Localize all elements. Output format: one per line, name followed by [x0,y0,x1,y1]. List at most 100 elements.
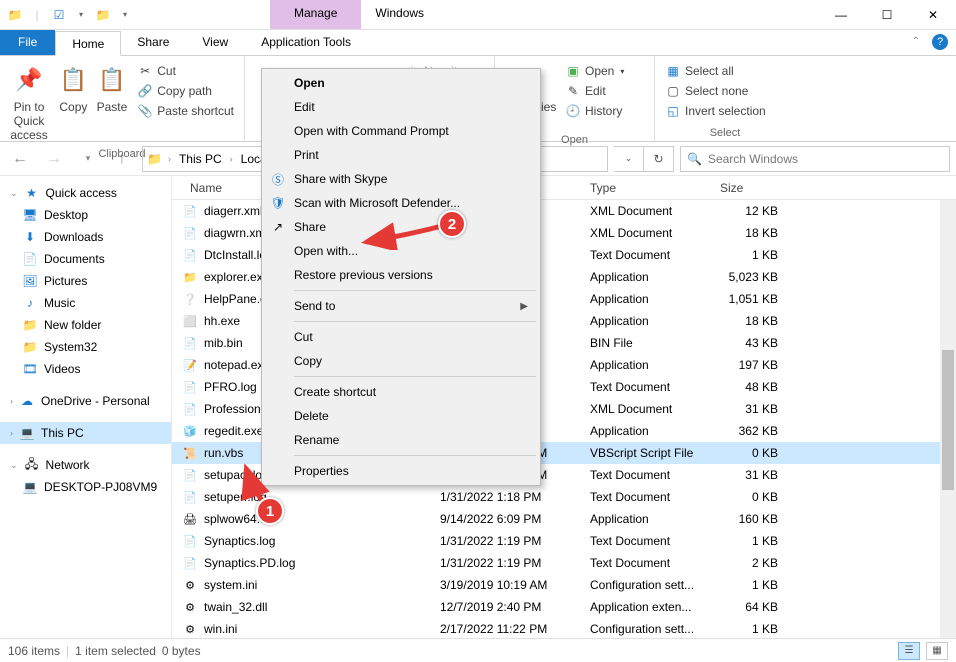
folder-icon: 📁 [22,339,38,355]
back-button[interactable]: ← [6,147,34,171]
qat-dropdown-icon[interactable]: ▾ [72,6,90,24]
ctx-rename[interactable]: Rename [264,428,538,452]
ctx-delete[interactable]: Delete [264,404,538,428]
ribbon-collapse-icon[interactable]: ⌃ [908,30,924,55]
cut-button[interactable]: ✂Cut [133,62,238,80]
file-type: XML Document [582,204,712,218]
pin-quick-access-button[interactable]: 📌Pin to Quick access [6,60,52,142]
file-row[interactable]: 📄Synaptics.PD.log1/31/2022 1:19 PMText D… [172,552,956,574]
col-size[interactable]: Size [712,177,802,199]
ctx-shortcut[interactable]: Create shortcut [264,380,538,404]
nav-documents[interactable]: 📄Documents [0,248,171,270]
nav-pictures[interactable]: 🖼Pictures [0,270,171,292]
open-button[interactable]: ▣Open▾ [561,62,628,80]
help-icon[interactable]: ? [932,34,948,50]
file-row[interactable]: ⚙twain_32.dll12/7/2019 2:40 PMApplicatio… [172,596,956,618]
file-icon: 📄 [182,467,198,483]
file-date: 1/31/2022 1:19 PM [432,534,582,548]
nav-newfolder[interactable]: 📁New folder [0,314,171,336]
file-row[interactable]: 📄setuperr.log1/31/2022 1:18 PMText Docum… [172,486,956,508]
home-tab[interactable]: Home [55,31,121,56]
ctx-skype[interactable]: ⓈShare with Skype [264,167,538,191]
ctx-copy[interactable]: Copy [264,349,538,373]
ctx-sendto[interactable]: Send to▶ [264,294,538,318]
ctx-openwith[interactable]: Open with... [264,239,538,263]
cloud-icon: ☁ [19,393,35,409]
file-tab[interactable]: File [0,30,55,55]
nav-music[interactable]: ♪Music [0,292,171,314]
paste-button[interactable]: 📋Paste [95,60,130,114]
file-name: run.vbs [204,446,243,460]
file-date: 3/19/2019 10:19 AM [432,578,582,592]
file-type: Configuration sett... [582,622,712,636]
nav-quick-access[interactable]: ⌄★Quick access [0,182,171,204]
col-type[interactable]: Type [582,177,712,199]
nav-thispc[interactable]: ›💻This PC [0,422,171,444]
properties-qat-icon[interactable]: 📁 [94,6,112,24]
invert-selection-button[interactable]: ◱Invert selection [661,102,770,120]
ctx-edit[interactable]: Edit [264,95,538,119]
vertical-scrollbar[interactable] [940,200,956,638]
checkbox-icon[interactable]: ☑ [50,6,68,24]
address-dropdown-button[interactable]: ⌄ [614,146,644,172]
file-row[interactable]: 📄Synaptics.log1/31/2022 1:19 PMText Docu… [172,530,956,552]
nav-network[interactable]: ⌄🖧Network [0,454,171,476]
ctx-properties[interactable]: Properties [264,459,538,483]
manage-tab[interactable]: Manage [270,0,361,29]
ctx-cmd[interactable]: Open with Command Prompt [264,119,538,143]
nav-videos[interactable]: 🎞Videos [0,358,171,380]
nav-desktop[interactable]: 🖥Desktop [0,204,171,226]
nav-desktop-pc[interactable]: 💻DESKTOP-PJ08VM9 [0,476,171,498]
edit-button[interactable]: ✎Edit [561,82,628,100]
refresh-button[interactable]: ↻ [644,146,674,172]
qat-overflow-icon[interactable]: ▾ [116,6,134,24]
select-all-icon: ▦ [665,63,681,79]
breadcrumb-thispc[interactable]: This PC [177,152,224,166]
view-tab[interactable]: View [186,30,245,55]
close-button[interactable]: ✕ [910,0,956,29]
minimize-button[interactable]: — [818,0,864,29]
file-size: 48 KB [712,380,802,394]
maximize-button[interactable]: ☐ [864,0,910,29]
share-tab[interactable]: Share [121,30,186,55]
file-icon: 📄 [182,489,198,505]
file-row[interactable]: ⚙win.ini2/17/2022 11:22 PMConfiguration … [172,618,956,638]
application-tools-tab[interactable]: Application Tools [245,30,368,55]
ctx-cut[interactable]: Cut [264,325,538,349]
thumbnails-view-button[interactable]: ▦ [926,642,948,660]
ctx-print[interactable]: Print [264,143,538,167]
scrollbar-thumb[interactable] [942,350,954,490]
nav-onedrive[interactable]: ›☁OneDrive - Personal [0,390,171,412]
paste-shortcut-button[interactable]: 📎Paste shortcut [133,102,238,120]
file-type: XML Document [582,226,712,240]
file-row[interactable]: ⚙system.ini3/19/2019 10:19 AMConfigurati… [172,574,956,596]
nav-downloads[interactable]: ⬇Downloads [0,226,171,248]
file-icon: 📄 [182,379,198,395]
nav-system32[interactable]: 📁System32 [0,336,171,358]
ctx-restore[interactable]: Restore previous versions [264,263,538,287]
desktop-icon: 🖥 [22,207,38,223]
select-all-button[interactable]: ▦Select all [661,62,770,80]
file-type: VBScript Script File [582,446,712,460]
ctx-share[interactable]: ↗Share [264,215,538,239]
forward-button[interactable]: → [40,147,68,171]
copy-path-button[interactable]: 🔗Copy path [133,82,238,100]
select-none-button[interactable]: ▢Select none [661,82,770,100]
file-icon: 📄 [182,401,198,417]
file-name: notepad.ex [204,358,263,372]
recent-locations-button[interactable]: ▾ [74,147,102,171]
details-view-button[interactable]: ☰ [898,642,920,660]
pictures-icon: 🖼 [22,273,38,289]
up-button[interactable]: ↑ [108,147,136,171]
file-icon: 📄 [182,225,198,241]
title-bar: 📁 | ☑ ▾ 📁 ▾ Manage Windows — ☐ ✕ [0,0,956,30]
file-row[interactable]: 🖨splwow64.exe9/14/2022 6:09 PMApplicatio… [172,508,956,530]
copy-button[interactable]: 📋Copy [56,60,91,114]
file-size: 1 KB [712,534,802,548]
search-input[interactable]: 🔍 Search Windows [680,146,950,172]
file-size: 18 KB [712,226,802,240]
ctx-defender[interactable]: 🛡Scan with Microsoft Defender... [264,191,538,215]
ctx-open[interactable]: Open [264,71,538,95]
file-type: Application [582,314,712,328]
history-button[interactable]: 🕘History [561,102,628,120]
